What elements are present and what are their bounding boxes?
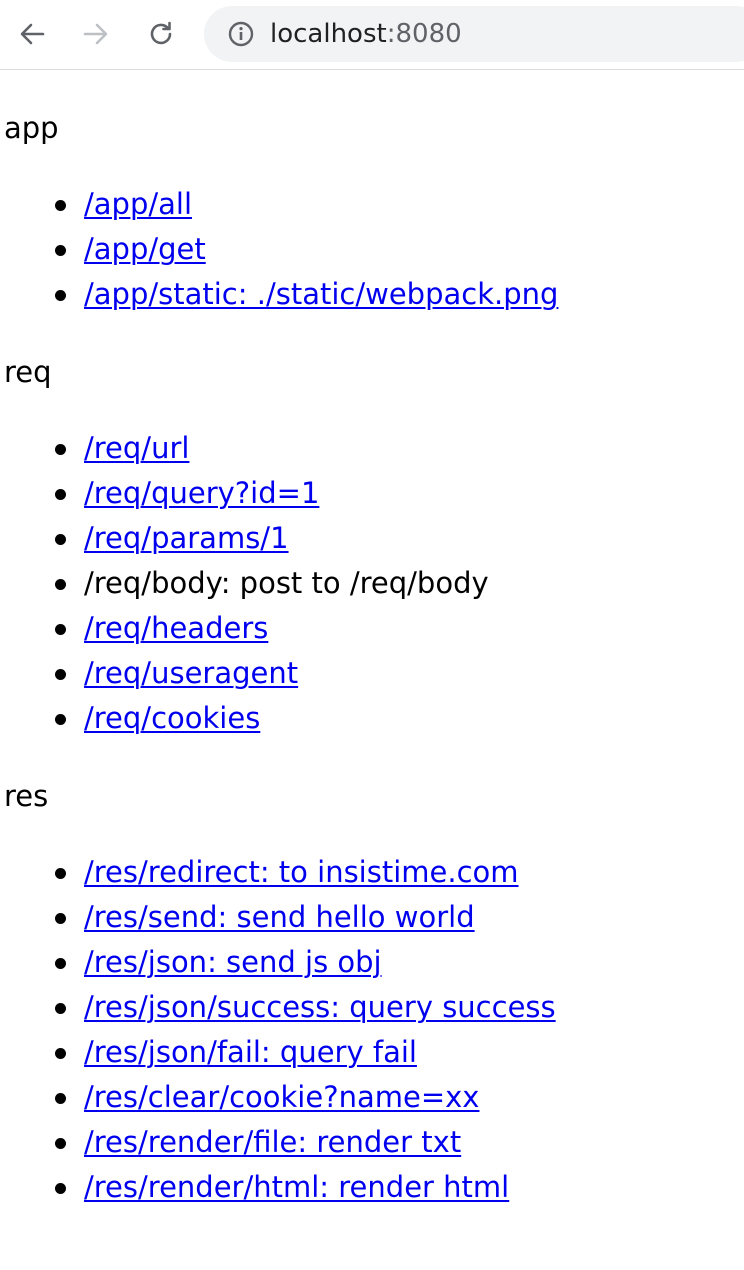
list-item: /res/redirect: to insistime.com (0, 850, 556, 895)
section-title-app: app (4, 111, 59, 145)
list-item: /req/cookies (0, 696, 489, 741)
route-text: /req/body: post to /req/body (84, 566, 489, 600)
list-item: /app/all (0, 182, 558, 227)
bullet-icon (55, 913, 66, 924)
route-link[interactable]: /res/json/success: query success (84, 990, 556, 1024)
bullet-icon (55, 1138, 66, 1149)
route-link[interactable]: /res/json/fail: query fail (84, 1035, 417, 1069)
bullet-icon (55, 245, 66, 256)
bullet-icon (55, 1183, 66, 1194)
bullet-icon (55, 714, 66, 725)
route-link[interactable]: /res/json: send js obj (84, 945, 382, 979)
link-list-res: /res/redirect: to insistime.com/res/send… (0, 850, 556, 1210)
route-link[interactable]: /res/redirect: to insistime.com (84, 855, 519, 889)
list-item: /req/headers (0, 606, 489, 651)
bullet-icon (55, 200, 66, 211)
list-item: /res/render/html: render html (0, 1165, 556, 1210)
bullet-icon (55, 579, 66, 590)
link-list-app: /app/all/app/get/app/static: ./static/we… (0, 182, 558, 317)
bullet-icon (55, 1093, 66, 1104)
list-item: /req/params/1 (0, 516, 489, 561)
bullet-icon (55, 534, 66, 545)
bullet-icon (55, 958, 66, 969)
route-link[interactable]: /req/params/1 (84, 521, 289, 555)
route-link[interactable]: /res/render/html: render html (84, 1170, 509, 1204)
list-item: /res/clear/cookie?name=xx (0, 1075, 556, 1120)
list-item: /req/query?id=1 (0, 471, 489, 516)
route-link[interactable]: /req/query?id=1 (84, 476, 319, 510)
forward-arrow-icon[interactable] (78, 16, 114, 52)
list-item: /app/get (0, 227, 558, 272)
route-link[interactable]: /app/all (84, 187, 192, 221)
list-item: /req/useragent (0, 651, 489, 696)
bullet-icon (55, 624, 66, 635)
bullet-icon (55, 1048, 66, 1059)
route-link[interactable]: /req/headers (84, 611, 268, 645)
bullet-icon (55, 290, 66, 301)
route-link[interactable]: /res/send: send hello world (84, 900, 475, 934)
route-link[interactable]: /res/clear/cookie?name=xx (84, 1080, 479, 1114)
list-item: /res/json/fail: query fail (0, 1030, 556, 1075)
bullet-icon (55, 1003, 66, 1014)
list-item: /req/url (0, 426, 489, 471)
route-link[interactable]: /res/render/file: render txt (84, 1125, 461, 1159)
bullet-icon (55, 444, 66, 455)
link-list-req: /req/url/req/query?id=1/req/params/1/req… (0, 426, 489, 741)
section-title-req: req (4, 355, 52, 389)
address-bar[interactable]: localhost:8080 (204, 6, 744, 62)
list-item: /req/body: post to /req/body (0, 561, 489, 606)
url-host: localhost (270, 19, 387, 49)
url-text[interactable]: localhost:8080 (270, 19, 462, 49)
back-arrow-icon[interactable] (14, 16, 50, 52)
list-item: /app/static: ./static/webpack.png (0, 272, 558, 317)
route-link[interactable]: /app/get (84, 232, 206, 266)
list-item: /res/json/success: query success (0, 985, 556, 1030)
bullet-icon (55, 489, 66, 500)
bullet-icon (55, 669, 66, 680)
browser-toolbar: localhost:8080 (0, 0, 744, 70)
section-title-res: res (4, 779, 49, 813)
list-item: /res/json: send js obj (0, 940, 556, 985)
route-link[interactable]: /req/useragent (84, 656, 298, 690)
route-link[interactable]: /app/static: ./static/webpack.png (84, 277, 558, 311)
list-item: /res/send: send hello world (0, 895, 556, 940)
bullet-icon (55, 868, 66, 879)
info-icon[interactable] (226, 19, 256, 49)
route-link[interactable]: /req/url (84, 431, 189, 465)
url-port: :8080 (386, 19, 462, 49)
route-link[interactable]: /req/cookies (84, 701, 260, 735)
reload-icon[interactable] (143, 16, 179, 52)
list-item: /res/render/file: render txt (0, 1120, 556, 1165)
